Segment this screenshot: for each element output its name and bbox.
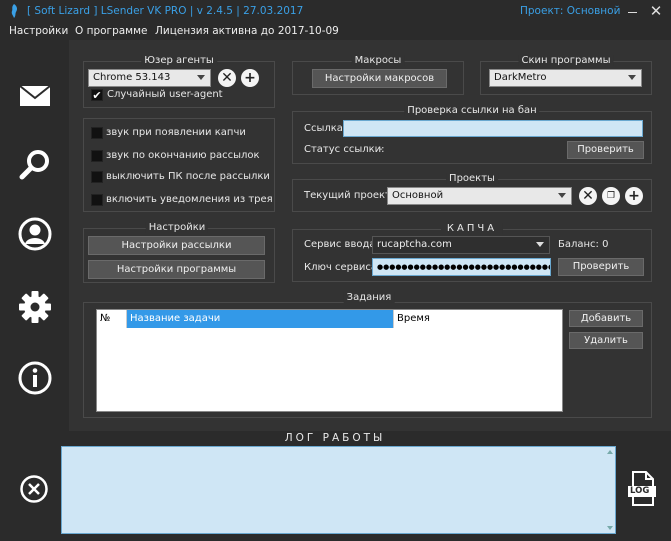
log-file-icon-text: LOG [630,486,650,496]
captcha-service-value: rucaptcha.com [377,239,452,250]
option-label: включить уведомления из трея [106,194,273,205]
link-status-value: - [379,144,383,155]
option-checkbox[interactable] [91,171,103,183]
check-captcha-key-button[interactable]: Проверить [558,258,644,276]
license-status: Лицензия активна до 2017-10-09 [155,25,339,37]
macros-settings-button[interactable]: Настройки макросов [312,69,447,88]
macros-title: Макросы [351,55,405,66]
current-project-field-label: Текущий проект [304,190,391,201]
copy-project-icon[interactable]: ❐ [602,187,620,205]
captcha-key-input[interactable]: ●●●●●●●●●●●●●●●●●●●●●●●●●●●●●●●● [372,258,551,276]
add-project-icon[interactable]: + [625,187,643,205]
menu-bar: Настройки О программе Лицензия активна д… [0,22,671,40]
chevron-down-icon [558,193,566,198]
skin-select[interactable]: DarkMetro [489,69,642,87]
mail-icon[interactable] [16,77,54,115]
column-header-task-name[interactable]: Название задачи [127,310,393,328]
gear-icon[interactable] [16,288,54,326]
link-status-label: Статус ссылки: [304,144,385,155]
captcha-service-label: Сервис ввода [304,239,376,250]
random-user-agent-label: Случайный user-agent [107,89,223,100]
user-agent-value: Chrome 53.143 [93,72,171,83]
delete-task-button[interactable]: Удалить [569,332,643,349]
skin-value: DarkMetro [494,72,547,83]
log-title: ЛОГ РАБОТЫ [284,432,386,444]
sidebar [0,40,69,431]
captcha-key-label: Ключ сервиса [304,262,378,273]
mailing-settings-button[interactable]: Настройки рассылки [88,236,265,255]
current-project-label: Проект: Основной [520,5,621,17]
settings-title: Настройки [145,222,209,233]
add-task-button[interactable]: Добавить [569,310,643,327]
menu-about[interactable]: О программе [75,25,147,37]
scroll-down-icon[interactable] [607,526,613,530]
option-checkbox[interactable] [91,150,103,162]
column-header-number[interactable]: № [97,310,127,328]
chevron-down-icon [197,75,205,80]
info-icon[interactable] [16,359,54,397]
chevron-down-icon [536,242,544,247]
option-label: звук по окончанию рассылок [106,150,260,161]
add-user-agent-icon[interactable]: + [241,69,259,87]
user-agent-select[interactable]: Chrome 53.143 [88,69,211,87]
menu-settings[interactable]: Настройки [9,25,68,37]
random-user-agent-checkbox[interactable]: ✔ [91,89,103,101]
project-value: Основной [392,190,444,201]
column-header-time[interactable]: Время [393,310,562,328]
title-bar: [ Soft Lizard ] LSender VK PRO | v 2.4.5… [0,0,671,22]
option-label: звук при появлении капчи [106,127,246,138]
scroll-up-icon[interactable] [607,450,613,454]
skin-title: Скин программы [518,55,614,66]
tasks-table[interactable]: № Название задачи Время [96,309,563,412]
link-label: Ссылка [304,123,343,134]
captcha-title: КАПЧА [440,223,504,234]
check-link-button[interactable]: Проверить [567,141,644,159]
user-agents-title: Юзер агенты [141,55,217,66]
ban-check-title: Проверка ссылки на бан [404,105,540,116]
option-checkbox[interactable] [91,194,103,206]
link-input[interactable] [343,120,643,137]
projects-title: Проекты [446,173,498,184]
captcha-balance: Баланс: 0 [558,239,609,250]
program-settings-button[interactable]: Настройки программы [88,260,265,279]
user-icon[interactable] [16,215,54,253]
minimize-button[interactable] [627,2,639,20]
captcha-service-select[interactable]: rucaptcha.com [372,236,550,254]
lizard-logo-icon [11,4,18,18]
delete-project-icon[interactable]: ✕ [579,187,597,205]
clear-log-icon[interactable] [19,474,49,504]
search-icon[interactable] [16,146,54,184]
window-title: [ Soft Lizard ] LSender VK PRO | v 2.4.5… [27,5,304,17]
option-checkbox[interactable] [91,127,103,139]
remove-user-agent-icon[interactable]: ✕ [218,69,236,87]
project-select[interactable]: Основной [387,187,572,205]
log-output[interactable] [61,446,616,534]
option-label: выключить ПК после рассылки [106,171,270,182]
close-window-button[interactable]: ✕ [648,2,664,20]
chevron-down-icon [628,75,636,80]
tasks-title: Задания [343,292,395,303]
